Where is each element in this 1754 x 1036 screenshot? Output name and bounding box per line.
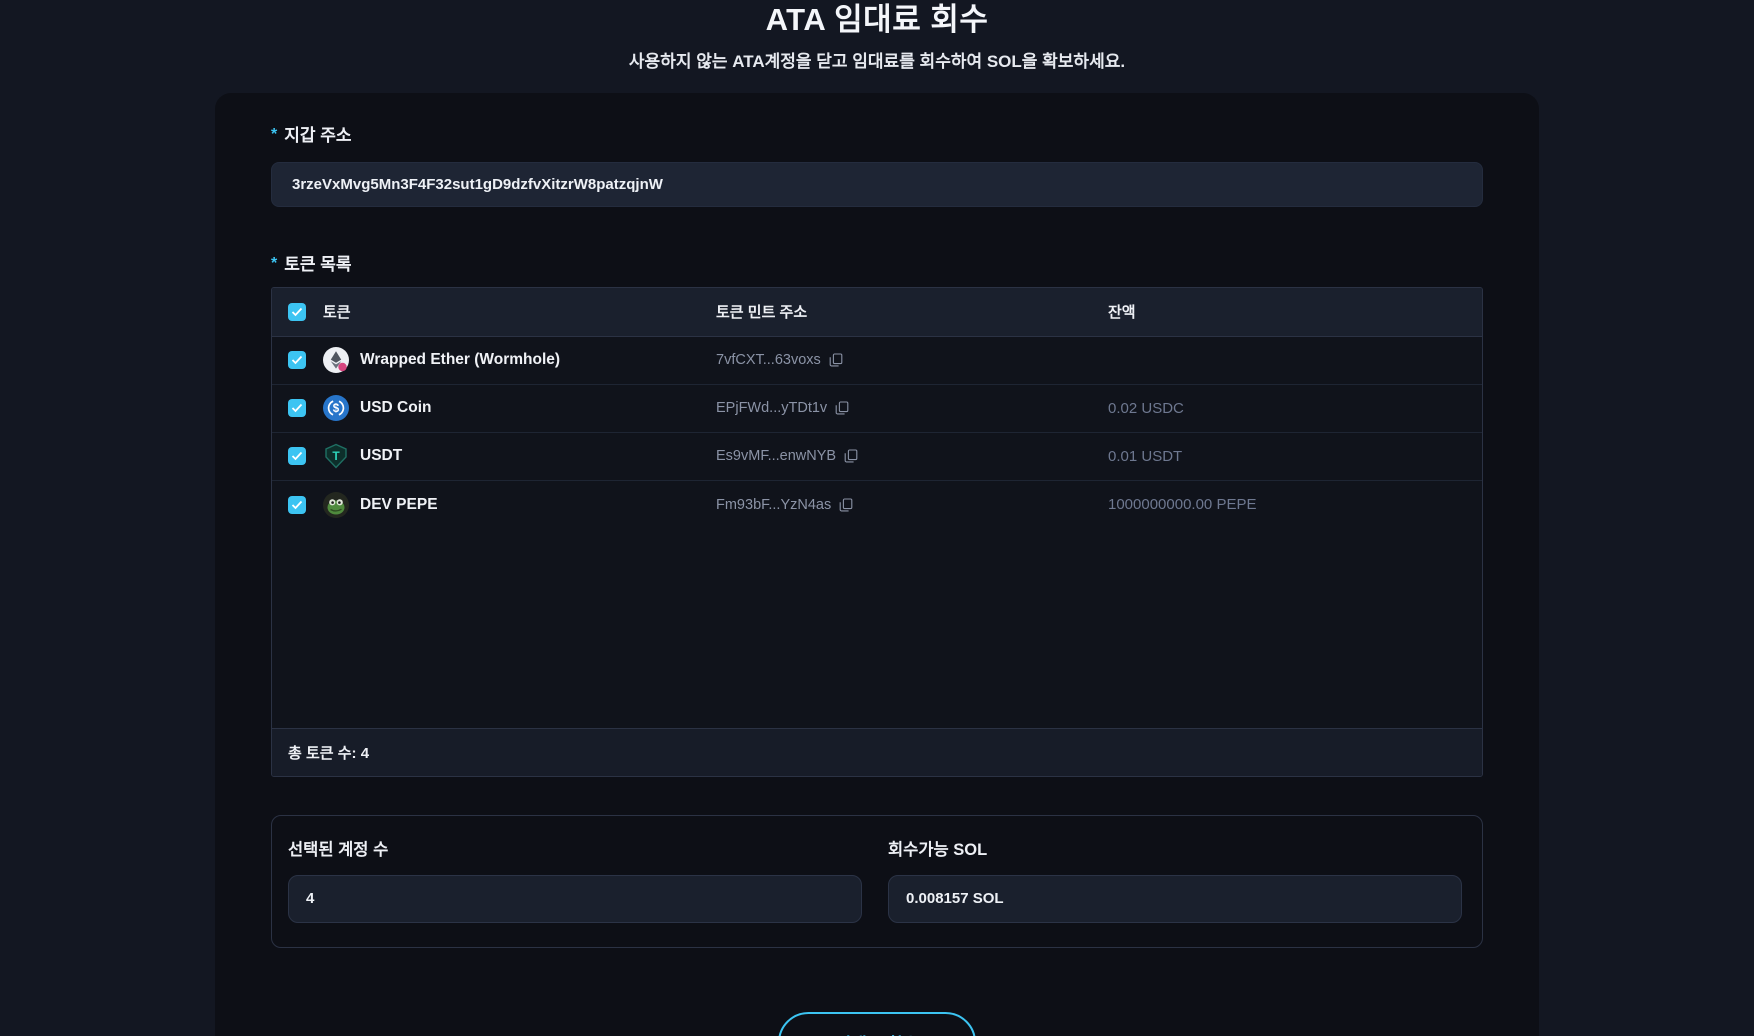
token-name: Wrapped Ether (Wormhole): [360, 351, 560, 369]
usdc-token-icon: $: [323, 395, 349, 421]
copy-icon[interactable]: [829, 353, 843, 367]
row-checkbox[interactable]: [288, 496, 306, 514]
wallet-address-label: * 지갑 주소: [271, 121, 1483, 146]
row-checkbox[interactable]: [288, 351, 306, 369]
selected-accounts-input[interactable]: [288, 875, 862, 923]
token-name: USD Coin: [360, 399, 431, 417]
summary-panel: 선택된 계정 수 회수가능 SOL: [271, 815, 1483, 948]
copy-icon[interactable]: [835, 401, 849, 415]
check-icon: [291, 355, 303, 365]
table-row[interactable]: T USDT Es9vMF...enwNYB 0.01 USDT: [272, 433, 1482, 481]
recoverable-sol-label: 회수가능 SOL: [888, 836, 1462, 860]
copy-icon[interactable]: [844, 449, 858, 463]
column-header-token: 토큰: [323, 301, 716, 322]
column-header-mint: 토큰 민트 주소: [716, 301, 1108, 322]
token-name: USDT: [360, 447, 402, 465]
table-row[interactable]: DEV PEPE Fm93bF...YzN4as 1000000000.00 P…: [272, 481, 1482, 529]
copy-icon[interactable]: [839, 498, 853, 512]
token-name: DEV PEPE: [360, 496, 438, 514]
token-table-footer: 총 토큰 수: 4: [272, 728, 1482, 776]
total-token-count: 총 토큰 수: 4: [288, 742, 369, 763]
required-asterisk: *: [271, 126, 277, 144]
svg-text:$: $: [333, 403, 340, 415]
token-balance: 0.01 USDT: [1108, 448, 1466, 465]
check-icon: [291, 307, 303, 317]
token-mint-address: 7vfCXT...63voxs: [716, 352, 821, 368]
check-icon: [291, 451, 303, 461]
token-table-body: Wrapped Ether (Wormhole) 7vfCXT...63voxs…: [272, 337, 1482, 529]
pepe-token-icon: [323, 492, 349, 518]
eth-token-icon: [323, 347, 349, 373]
check-icon: [291, 500, 303, 510]
table-row[interactable]: $ USD Coin EPjFWd...yTDt1v 0.02 USDC: [272, 385, 1482, 433]
required-asterisk: *: [271, 255, 277, 273]
table-empty-space: [272, 529, 1482, 728]
check-icon: [291, 403, 303, 413]
token-balance: 1000000000.00 PEPE: [1108, 496, 1466, 513]
selected-accounts-field: 선택된 계정 수: [288, 836, 862, 923]
page-subtitle: 사용하지 않는 ATA계정을 닫고 임대료를 회수하여 SOL을 확보하세요.: [0, 47, 1754, 72]
token-list-label: * 토큰 목록: [271, 250, 1483, 275]
token-mint-address: Fm93bF...YzN4as: [716, 497, 831, 513]
page-title: ATA 임대료 회수: [0, 2, 1754, 38]
wallet-address-label-text: 지갑 주소: [284, 121, 351, 146]
page-header: ATA 임대료 회수 사용하지 않는 ATA계정을 닫고 임대료를 회수하여 S…: [0, 0, 1754, 72]
token-mint-address: EPjFWd...yTDt1v: [716, 400, 827, 416]
column-header-balance: 잔액: [1108, 301, 1466, 322]
token-mint-address: Es9vMF...enwNYB: [716, 448, 836, 464]
selected-accounts-label: 선택된 계정 수: [288, 836, 862, 860]
recover-rent-button[interactable]: 임대료 회수: [778, 1012, 976, 1036]
recoverable-sol-field: 회수가능 SOL: [888, 836, 1462, 923]
token-table-header: 토큰 토큰 민트 주소 잔액: [272, 288, 1482, 337]
wallet-address-input[interactable]: [271, 162, 1483, 207]
table-row[interactable]: Wrapped Ether (Wormhole) 7vfCXT...63voxs: [272, 337, 1482, 385]
token-balance: 0.02 USDC: [1108, 400, 1466, 417]
select-all-checkbox[interactable]: [288, 303, 306, 321]
svg-text:T: T: [332, 449, 340, 463]
token-list-label-text: 토큰 목록: [284, 250, 351, 275]
recoverable-sol-input[interactable]: [888, 875, 1462, 923]
row-checkbox[interactable]: [288, 399, 306, 417]
usdt-token-icon: T: [323, 443, 349, 469]
token-table: 토큰 토큰 민트 주소 잔액 Wrapped Ether (Wormhole) …: [271, 287, 1483, 777]
action-row: 임대료 회수: [271, 1012, 1483, 1036]
row-checkbox[interactable]: [288, 447, 306, 465]
main-card: * 지갑 주소 * 토큰 목록 토큰 토큰 민트 주소 잔액 Wrapped E…: [215, 93, 1539, 1036]
